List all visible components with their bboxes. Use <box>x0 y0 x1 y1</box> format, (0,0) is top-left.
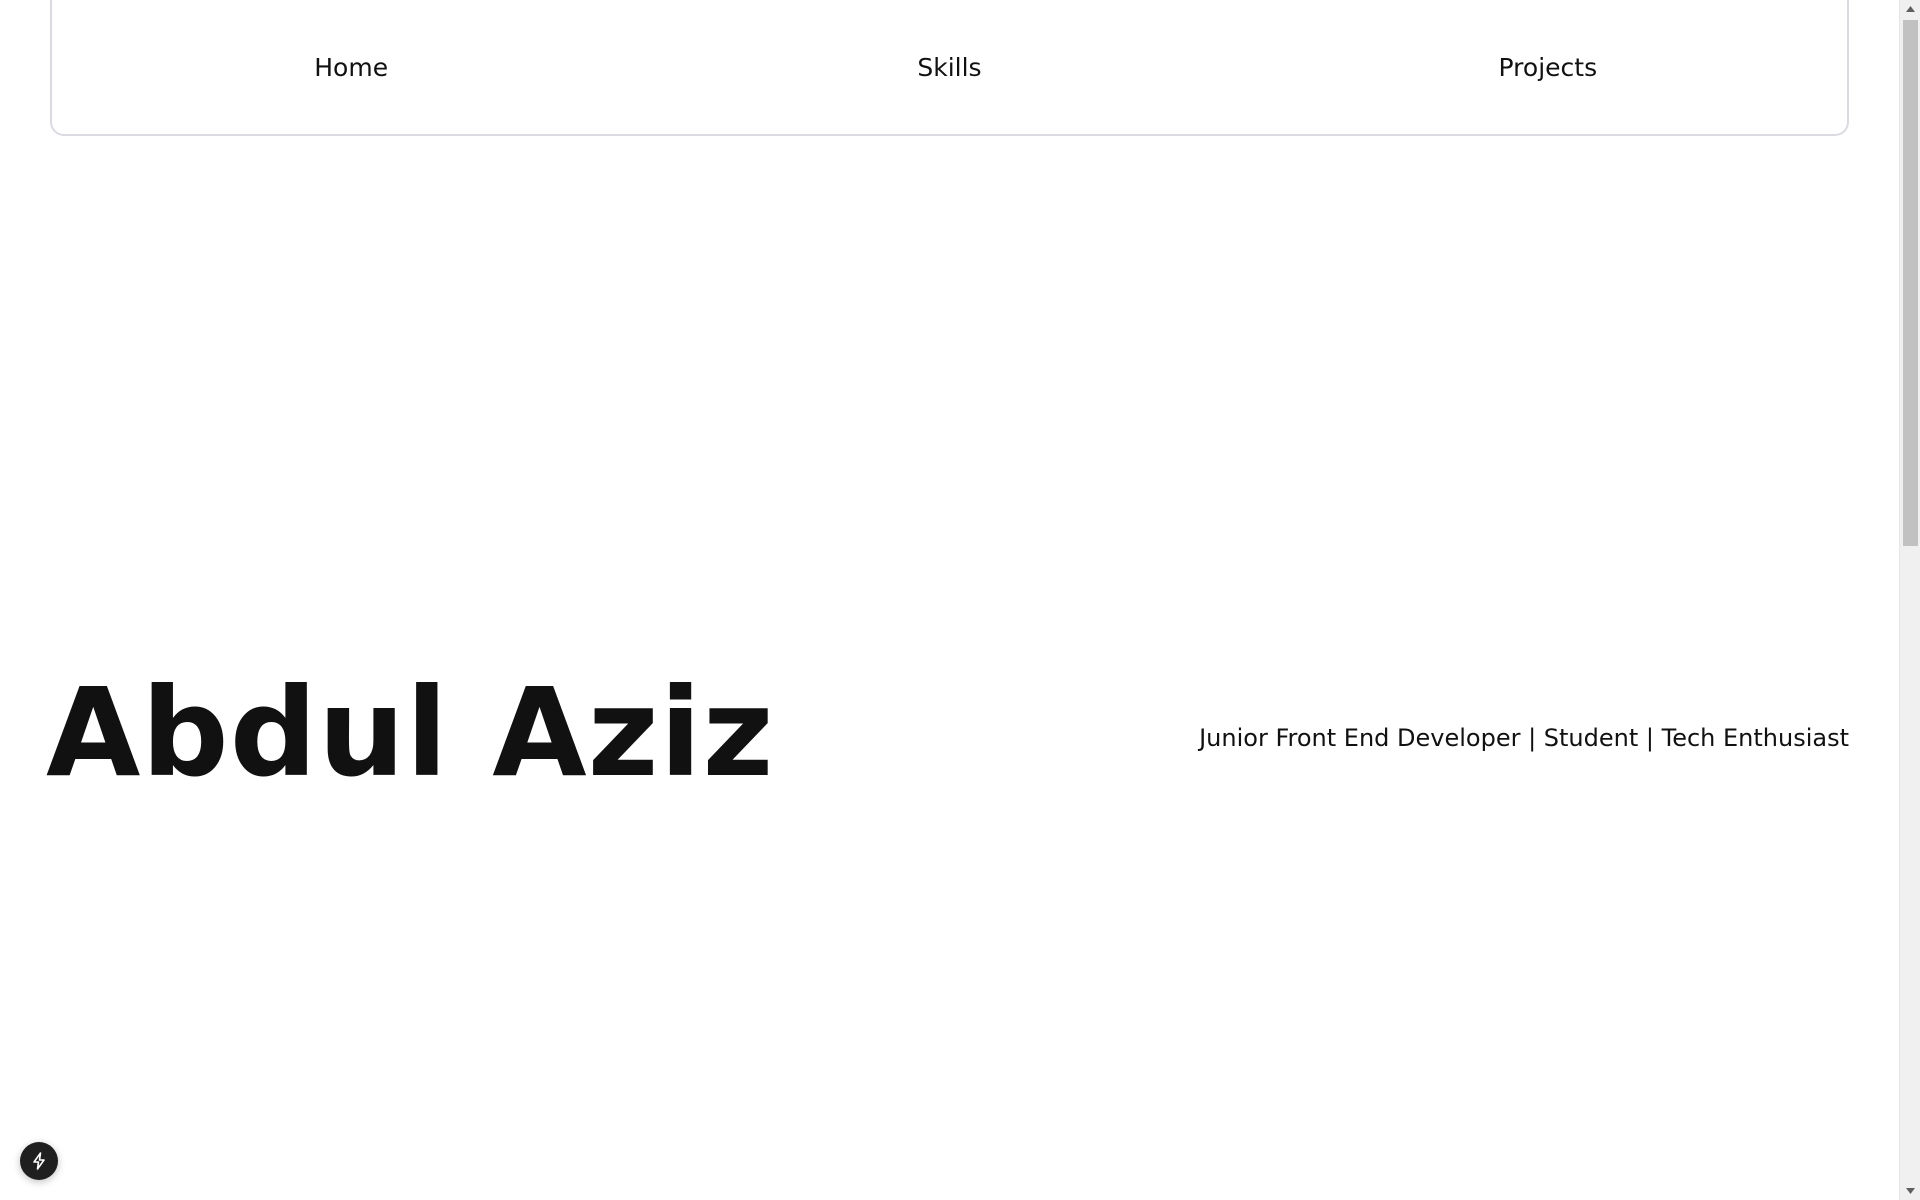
hero-name: Abdul Aziz <box>46 662 775 804</box>
nav-projects-link[interactable]: Projects <box>1249 49 1847 82</box>
dev-tools-badge[interactable] <box>20 1142 58 1180</box>
hero-tagline: Junior Front End Developer | Student | T… <box>1199 724 1849 752</box>
lightning-icon <box>33 1152 45 1170</box>
scroll-thumb[interactable] <box>1903 20 1918 546</box>
browser-viewport: Home Skills Projects Abdul Aziz Junior F… <box>0 0 1920 1200</box>
scroll-down-arrow-icon[interactable] <box>1900 1182 1920 1200</box>
navbar: Home Skills Projects <box>50 0 1849 136</box>
page: Home Skills Projects Abdul Aziz Junior F… <box>0 0 1899 1200</box>
nav-home-link[interactable]: Home <box>52 49 650 82</box>
vertical-scrollbar[interactable] <box>1899 0 1920 1200</box>
scroll-up-arrow-icon[interactable] <box>1900 0 1920 18</box>
nav-skills-link[interactable]: Skills <box>650 49 1248 82</box>
